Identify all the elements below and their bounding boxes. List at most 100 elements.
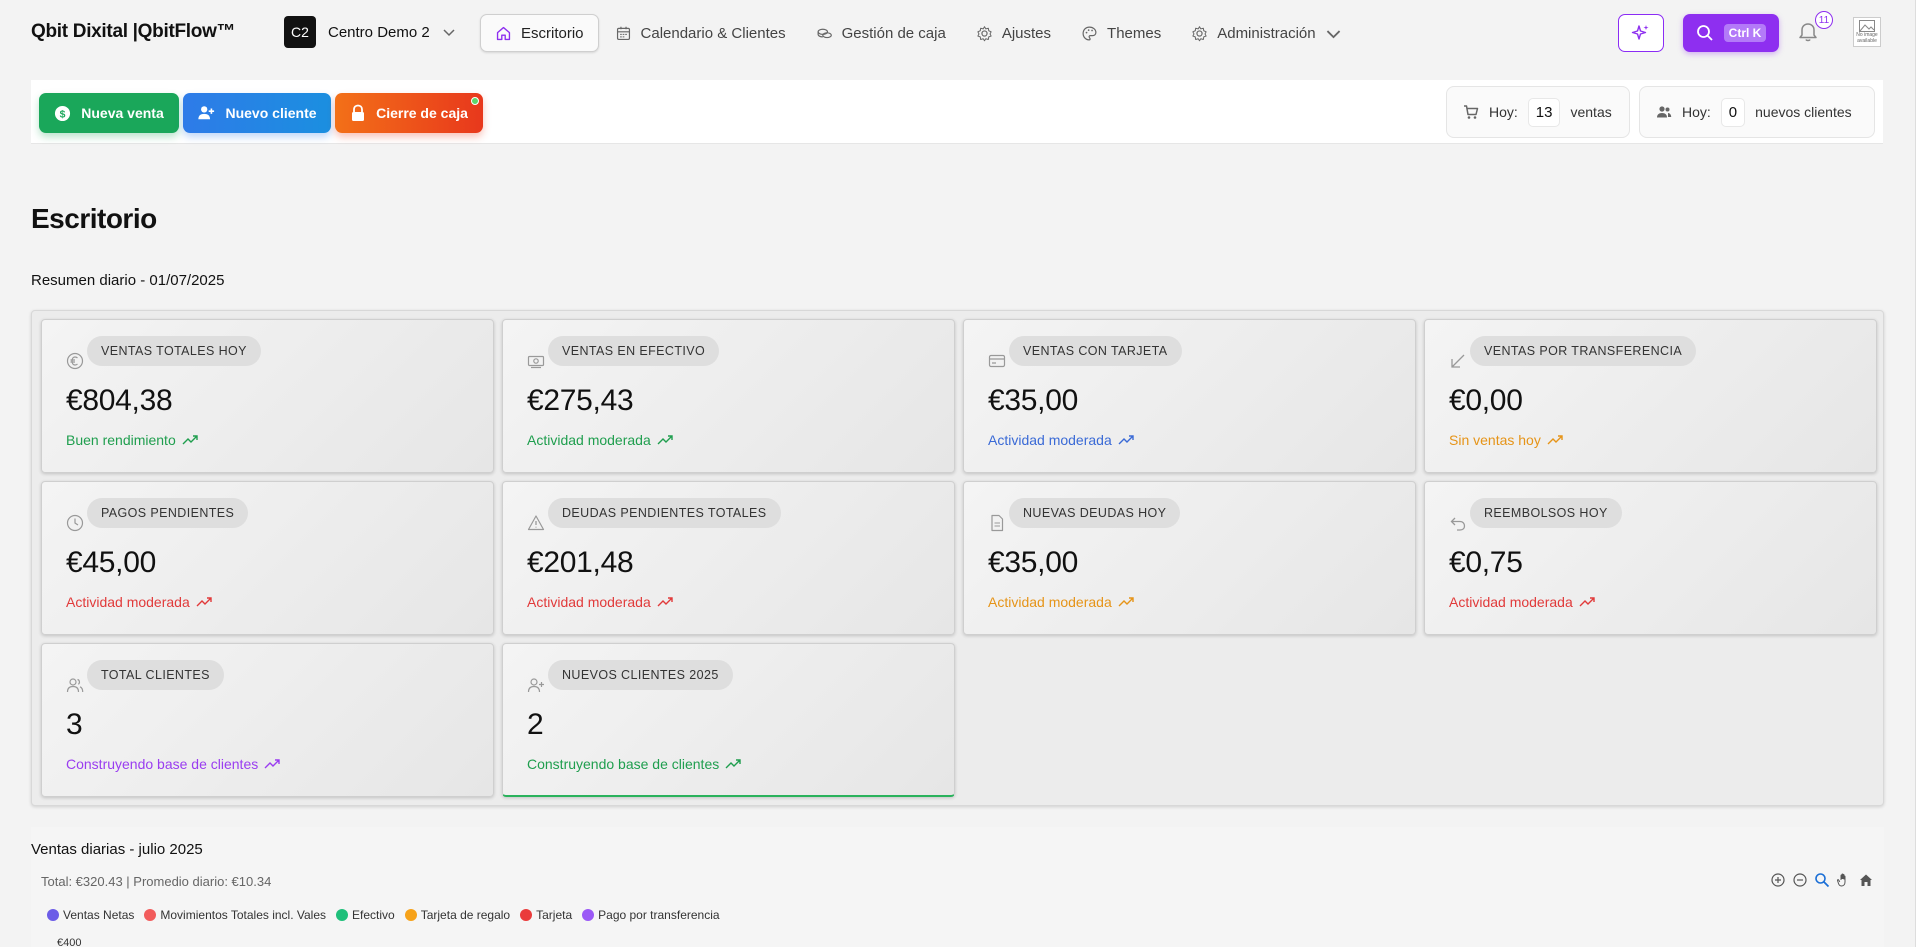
kpi-card-pending-payments[interactable]: PAGOS PENDIENTES €45,00 Actividad modera… (41, 481, 494, 635)
today-sales-prefix: Hoy: (1489, 104, 1518, 120)
legend-swatch (404, 909, 417, 921)
today-sales-count: 13 (1527, 97, 1561, 127)
kpi-note: Actividad moderada (1449, 594, 1595, 610)
kpi-note-text: Actividad moderada (66, 594, 190, 610)
legend-item[interactable]: Movimientos Totales incl. Vales (144, 908, 326, 922)
kpi-value: €275,43 (527, 384, 634, 417)
search-shortcut: Ctrl K (1723, 24, 1767, 42)
search-button[interactable]: Ctrl K (1683, 14, 1779, 52)
daily-summary-grid: VENTAS TOTALES HOY €804,38 Buen rendimie… (31, 310, 1884, 806)
kpi-note: Construyendo base de clientes (527, 756, 741, 772)
nav-escritorio[interactable]: Escritorio (480, 14, 599, 52)
nav-calendario[interactable]: Calendario & Clientes (601, 14, 800, 52)
kpi-note-text: Actividad moderada (527, 432, 651, 448)
zoom-in-icon[interactable] (1770, 872, 1786, 888)
center-selector[interactable]: C2 Centro Demo 2 (284, 16, 456, 48)
y-axis-tick: €400 (57, 937, 82, 947)
daily-sales-chart: Ventas diarias - julio 2025 Total: €320.… (31, 827, 1884, 947)
quick-actions-bar: $ Nueva venta Nuevo cliente Cierre de ca… (31, 80, 1883, 144)
kpi-card-card-sales[interactable]: VENTAS CON TARJETA €35,00 Actividad mode… (963, 319, 1416, 473)
kpi-note: Actividad moderada (527, 594, 673, 610)
legend-swatch (47, 909, 59, 921)
legend-label: Efectivo (352, 908, 395, 922)
today-clients-count: 0 (1720, 97, 1746, 127)
nav-ajustes[interactable]: Ajustes (962, 14, 1065, 52)
trend-up-icon (725, 759, 741, 769)
banknote-icon (527, 355, 545, 369)
pan-hand-icon[interactable] (1836, 872, 1852, 888)
arrow-down-left-icon (1451, 354, 1465, 368)
brand-logo[interactable]: Qbit Dixital |QbitFlow™ (31, 21, 236, 43)
chevron-down-icon (1326, 29, 1340, 38)
kpi-note-text: Actividad moderada (988, 432, 1112, 448)
legend-item[interactable]: Efectivo (336, 908, 395, 922)
ai-assistant-button[interactable] (1618, 14, 1664, 52)
kpi-card-new-debts[interactable]: NUEVAS DEUDAS HOY €35,00 Actividad moder… (963, 481, 1416, 635)
kpi-label: REEMBOLSOS HOY (1470, 498, 1622, 528)
zoom-out-icon[interactable] (1792, 872, 1808, 888)
kpi-note-text: Actividad moderada (1449, 594, 1573, 610)
gear-icon (1192, 25, 1207, 41)
kpi-note: Construyendo base de clientes (66, 756, 280, 772)
search-icon (1696, 25, 1713, 41)
kpi-note-text: Actividad moderada (988, 594, 1112, 610)
kpi-label: VENTAS CON TARJETA (1009, 336, 1182, 366)
center-name: Centro Demo 2 (328, 23, 430, 41)
warning-icon (527, 515, 545, 531)
euro-icon (66, 352, 84, 370)
palette-icon (1082, 26, 1097, 40)
sparkle-icon (1631, 25, 1649, 40)
today-clients-suffix: nuevos clientes (1755, 104, 1852, 120)
new-client-button[interactable]: Nuevo cliente (183, 93, 331, 133)
selection-zoom-icon[interactable] (1814, 872, 1830, 888)
nav-gestion-caja[interactable]: Gestión de caja (802, 14, 960, 52)
legend-item[interactable]: Tarjeta de regalo (404, 908, 511, 922)
kpi-note: Actividad moderada (527, 432, 673, 448)
kpi-note-text: Construyendo base de clientes (66, 756, 259, 772)
kpi-card-transfer-sales[interactable]: VENTAS POR TRANSFERENCIA €0,00 Sin venta… (1424, 319, 1877, 473)
reset-home-icon[interactable] (1858, 872, 1874, 888)
close-cash-button[interactable]: Cierre de caja (335, 93, 483, 133)
nav-themes[interactable]: Themes (1067, 14, 1175, 52)
nav-label: Themes (1107, 24, 1162, 42)
new-sale-button[interactable]: $ Nueva venta (39, 93, 179, 133)
new-client-label: Nuevo cliente (225, 105, 317, 121)
kpi-card-total-clients[interactable]: TOTAL CLIENTES 3 Construyendo base de cl… (41, 643, 494, 797)
nav-label: Escritorio (521, 24, 584, 42)
chevron-down-icon (443, 29, 455, 37)
image-placeholder-icon (1859, 20, 1875, 32)
legend-item[interactable]: Pago por transferencia (582, 908, 720, 922)
kpi-card-new-clients-year[interactable]: NUEVOS CLIENTES 2025 2 Construyendo base… (502, 643, 955, 797)
kpi-card-cash-sales[interactable]: VENTAS EN EFECTIVO €275,43 Actividad mod… (502, 319, 955, 473)
nav-label: Calendario & Clientes (640, 24, 786, 42)
legend-swatch (582, 909, 595, 921)
legend-label: Tarjeta (536, 908, 573, 922)
trend-up-icon (264, 759, 280, 769)
clock-icon (66, 514, 84, 532)
kpi-value: €0,75 (1449, 546, 1523, 579)
kpi-value: €201,48 (527, 546, 634, 579)
kpi-card-total-sales[interactable]: VENTAS TOTALES HOY €804,38 Buen rendimie… (41, 319, 494, 473)
kpi-note-text: Buen rendimiento (66, 432, 176, 448)
kpi-card-total-debts[interactable]: DEUDAS PENDIENTES TOTALES €201,48 Activi… (502, 481, 955, 635)
kpi-note: Actividad moderada (988, 432, 1134, 448)
kpi-value: 3 (66, 708, 83, 741)
today-clients-prefix: Hoy: (1682, 104, 1711, 120)
legend-item[interactable]: Ventas Netas (47, 908, 134, 922)
trend-up-icon (1547, 435, 1563, 445)
avatar-text: No image available (1856, 32, 1878, 44)
avatar[interactable]: No image available (1853, 17, 1881, 47)
summary-title: Resumen diario - 01/07/2025 (31, 272, 225, 289)
nav-label: Ajustes (1001, 24, 1052, 42)
nav-administracion[interactable]: Administración (1177, 14, 1355, 52)
legend-swatch (520, 909, 533, 921)
user-plus-icon (527, 678, 544, 693)
kpi-value: €45,00 (66, 546, 156, 579)
trend-up-icon (196, 597, 212, 607)
kpi-note-text: Sin ventas hoy (1449, 432, 1541, 448)
credit-card-icon (988, 354, 1006, 368)
legend-item[interactable]: Tarjeta (520, 908, 572, 922)
legend-label: Tarjeta de regalo (420, 908, 511, 922)
kpi-card-refunds[interactable]: REEMBOLSOS HOY €0,75 Actividad moderada (1424, 481, 1877, 635)
today-sales-stat: Hoy: 13 ventas (1446, 86, 1630, 138)
